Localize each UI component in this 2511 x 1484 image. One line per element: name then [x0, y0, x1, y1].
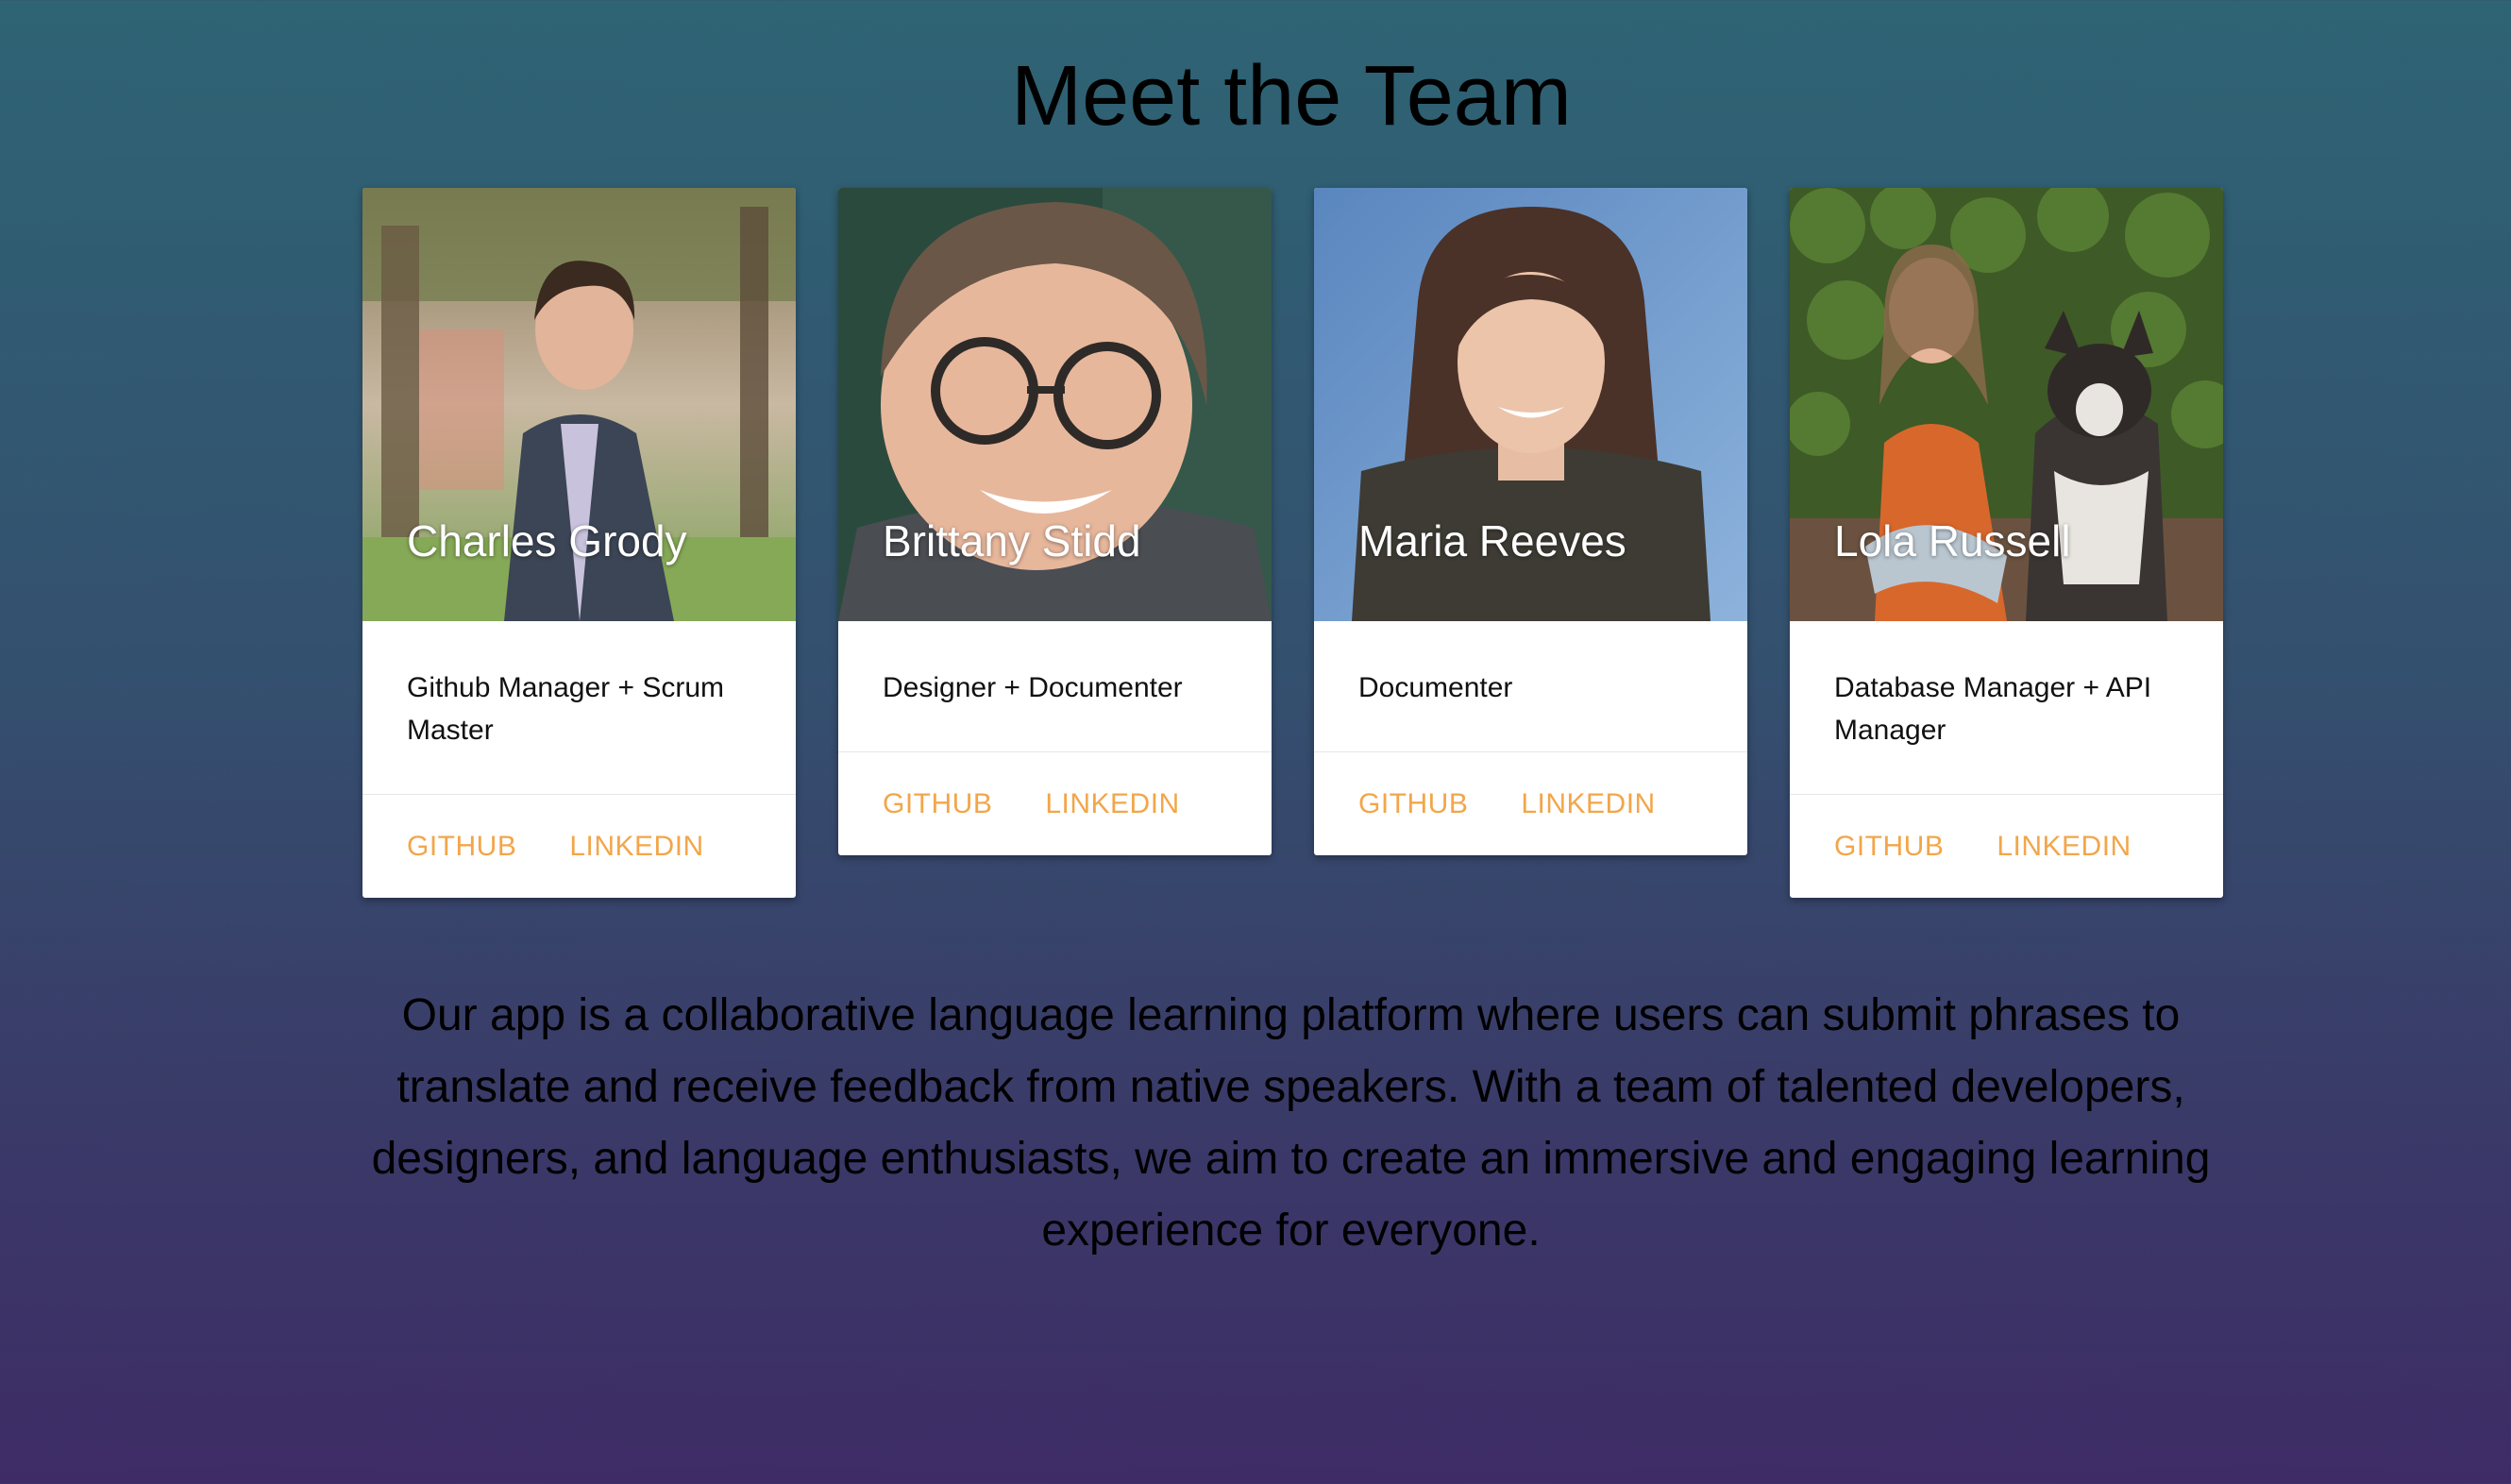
page-title: Meet the Team — [1011, 49, 1572, 143]
github-link[interactable]: GITHUB — [1358, 788, 1468, 820]
github-link[interactable]: GITHUB — [407, 831, 516, 863]
team-member-role: Database Manager + API Manager — [1790, 621, 2223, 795]
team-photo-maria: Maria Reeves — [1314, 188, 1747, 621]
team-member-name: Charles Grody — [407, 516, 687, 565]
team-card-charles: Charles Grody Github Manager + Scrum Mas… — [362, 188, 796, 898]
card-actions: GITHUB LINKEDIN — [1314, 752, 1747, 855]
team-member-name: Maria Reeves — [1358, 516, 1626, 565]
team-photo-charles: Charles Grody — [362, 188, 796, 621]
linkedin-link[interactable]: LINKEDIN — [1521, 788, 1655, 820]
team-member-name: Lola Russell — [1834, 516, 2071, 565]
linkedin-link[interactable]: LINKEDIN — [1045, 788, 1179, 820]
team-photo-lola: Lola Russell — [1790, 188, 2223, 621]
team-photo-brittany: Brittany Stidd — [838, 188, 1272, 621]
about-description: Our app is a collaborative language lear… — [371, 990, 2211, 1256]
team-card-brittany: Brittany Stidd Designer + Documenter GIT… — [838, 188, 1272, 855]
linkedin-link[interactable]: LINKEDIN — [569, 831, 703, 863]
card-actions: GITHUB LINKEDIN — [838, 752, 1272, 855]
team-card-lola: Lola Russell Database Manager + API Mana… — [1790, 188, 2223, 898]
team-member-role: Github Manager + Scrum Master — [362, 621, 796, 795]
card-actions: GITHUB LINKEDIN — [1790, 795, 2223, 898]
linkedin-link[interactable]: LINKEDIN — [1997, 831, 2131, 863]
team-member-name: Brittany Stidd — [883, 516, 1141, 565]
card-actions: GITHUB LINKEDIN — [362, 795, 796, 898]
github-link[interactable]: GITHUB — [1834, 831, 1944, 863]
github-link[interactable]: GITHUB — [883, 788, 992, 820]
team-member-role: Documenter — [1314, 621, 1747, 752]
team-card-maria: Maria Reeves Documenter GITHUB LINKEDIN — [1314, 188, 1747, 855]
team-member-role: Designer + Documenter — [838, 621, 1272, 752]
